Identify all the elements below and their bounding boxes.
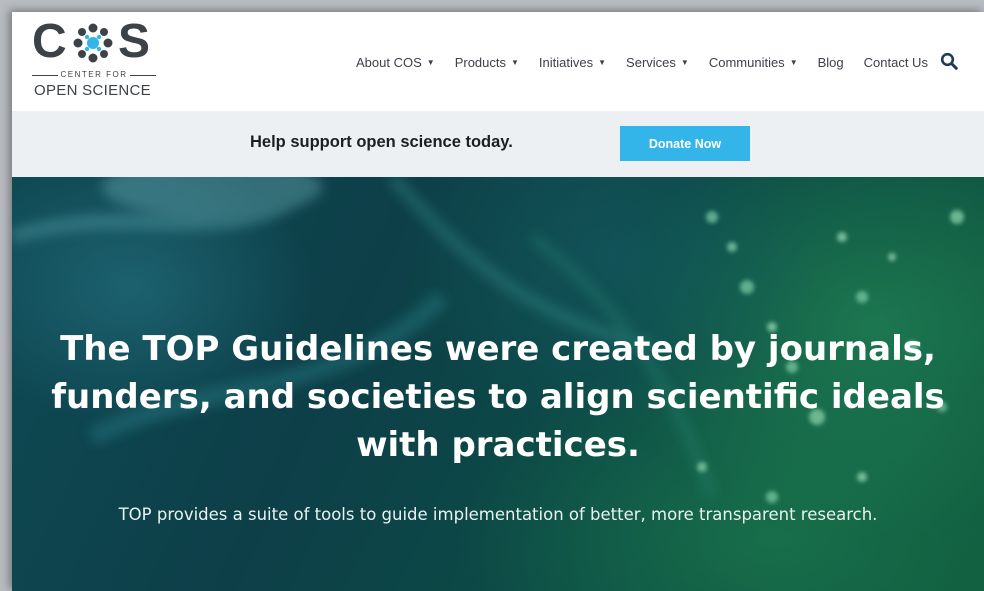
- nav-item-services[interactable]: Services ▼: [626, 55, 689, 70]
- logo-letter-c: C: [32, 15, 67, 68]
- logo-wordmark: C S: [32, 16, 162, 68]
- nav-item-label: Blog: [817, 54, 844, 70]
- logo-letter-s: S: [118, 15, 151, 68]
- nav-item-label: Communities: [708, 54, 785, 70]
- hero-title: The TOP Guidelines were created by journ…: [51, 329, 945, 465]
- nav-item-contact-us[interactable]: Contact Us: [864, 55, 928, 70]
- caret-down-icon: ▼: [511, 57, 519, 67]
- nav-item-initiatives[interactable]: Initiatives ▼: [539, 55, 606, 70]
- hero-subtitle: TOP provides a suite of tools to guide i…: [118, 505, 878, 524]
- donation-message: Help support open science today.: [250, 133, 513, 151]
- donation-banner: Help support open science today. Donate …: [12, 111, 984, 177]
- main-nav: About COS ▼ Products ▼ Initiatives ▼ Ser…: [356, 52, 948, 72]
- nav-item-label: Initiatives: [538, 54, 594, 70]
- donate-now-button[interactable]: Donate Now: [620, 126, 750, 161]
- nav-item-products[interactable]: Products ▼: [455, 55, 519, 70]
- site-header: C S CENTER FOR OPEN SCIENCE About COS ▼ …: [12, 12, 984, 111]
- logo-dots-icon: [73, 23, 113, 63]
- nav-item-label: Services: [626, 54, 676, 70]
- cos-logo[interactable]: C S CENTER FOR OPEN SCIENCE: [32, 16, 162, 100]
- nav-item-blog[interactable]: Blog: [818, 55, 844, 70]
- logo-tagline-bottom: OPEN SCIENCE: [34, 82, 151, 99]
- caret-down-icon: ▼: [680, 57, 689, 67]
- nav-item-label: About COS: [356, 54, 422, 70]
- nav-item-communities[interactable]: Communities ▼: [709, 55, 798, 70]
- nav-item-label: Contact Us: [863, 54, 928, 70]
- caret-down-icon: ▼: [598, 57, 607, 67]
- nav-item-label: Products: [454, 54, 506, 70]
- search-icon[interactable]: [940, 52, 958, 70]
- caret-down-icon: ▼: [789, 57, 798, 67]
- hero-banner: The TOP Guidelines were created by journ…: [12, 177, 984, 591]
- logo-rule-right: [130, 75, 156, 76]
- nav-item-about-cos[interactable]: About COS ▼: [356, 55, 435, 70]
- browser-page: C S CENTER FOR OPEN SCIENCE About COS ▼ …: [12, 12, 984, 591]
- caret-down-icon: ▼: [426, 57, 435, 67]
